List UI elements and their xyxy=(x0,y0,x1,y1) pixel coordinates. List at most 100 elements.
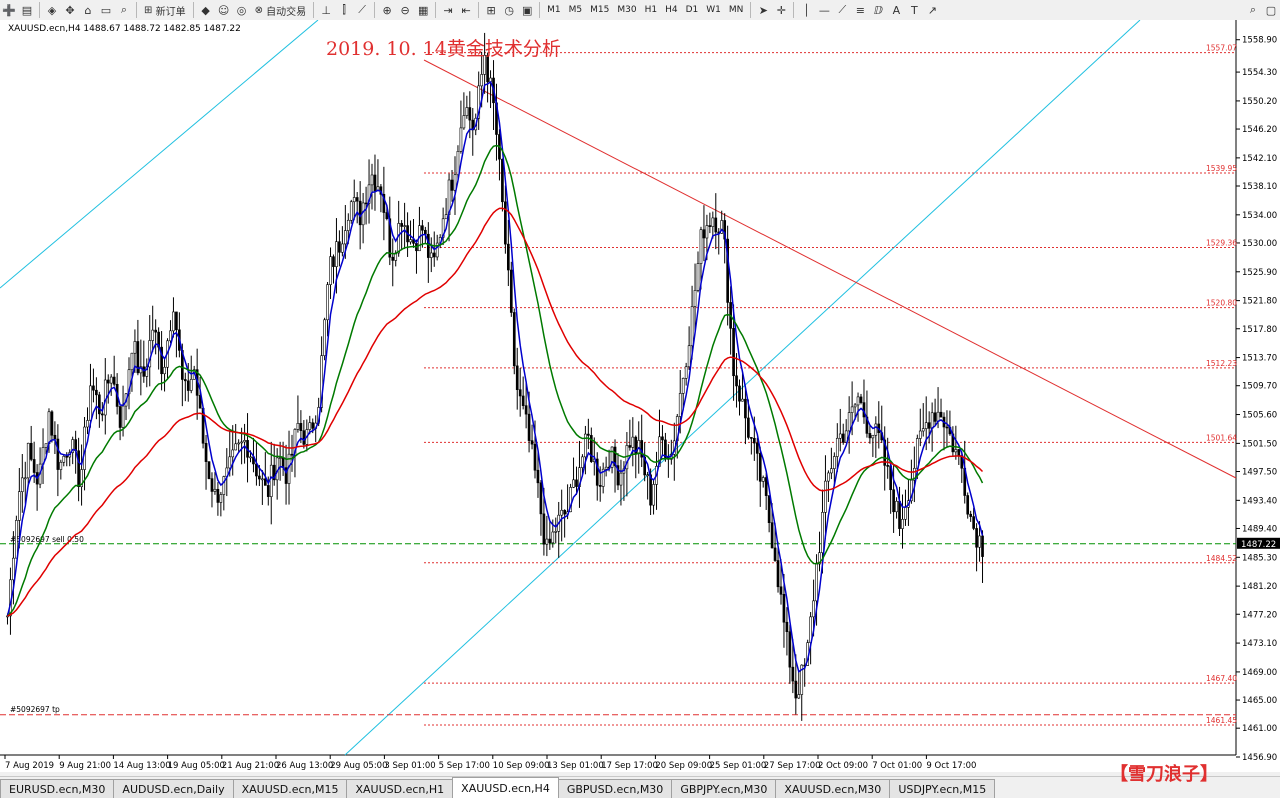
auto-scroll-icon[interactable]: ⇥ xyxy=(439,1,457,19)
time-tick-label: 20 Sep 09:00 xyxy=(655,761,712,771)
time-tick-label: 26 Aug 13:00 xyxy=(276,761,333,771)
new-chart-icon[interactable]: ➕ xyxy=(0,1,18,19)
community-icon[interactable]: ☺ xyxy=(215,1,233,19)
timeframe-mn[interactable]: MN xyxy=(725,1,748,19)
level-label: 1501.64 xyxy=(1206,433,1237,442)
candle-body xyxy=(735,375,738,387)
candle-body xyxy=(121,405,125,428)
tab-8[interactable]: USDJPY.ecn,M15 xyxy=(889,779,996,798)
arrows-icon[interactable]: ↗ xyxy=(923,1,941,19)
chat-icon[interactable]: ▢ xyxy=(1262,1,1280,19)
bar-chart-icon[interactable]: ⊥ xyxy=(317,1,335,19)
candle-body xyxy=(604,466,608,470)
new-order-button[interactable]: ⊞ 新订单 xyxy=(140,1,190,19)
tab-0[interactable]: EURUSD.ecn,M30 xyxy=(0,779,115,798)
timeframe-h1[interactable]: H1 xyxy=(641,1,662,19)
timeframe-w1[interactable]: W1 xyxy=(702,1,725,19)
crosshair-icon[interactable]: ✛ xyxy=(772,1,790,19)
tab-3[interactable]: XAUUSD.ecn,H1 xyxy=(346,779,454,798)
time-tick-label: 5 Sep 17:00 xyxy=(439,761,490,771)
data-window-icon[interactable]: ⌂ xyxy=(79,1,97,19)
vertical-line-icon[interactable]: │ xyxy=(797,1,815,19)
candle-body xyxy=(527,413,531,441)
timeframe-m30[interactable]: M30 xyxy=(613,1,640,19)
candle-body xyxy=(628,445,632,448)
timeframe-m5[interactable]: M5 xyxy=(565,1,587,19)
candle-body xyxy=(767,495,771,523)
tab-2[interactable]: XAUUSD.ecn,M15 xyxy=(232,779,348,798)
candle-body xyxy=(169,330,172,342)
candle-body xyxy=(213,488,217,492)
candlestick-icon[interactable]: ⫿ xyxy=(335,1,353,19)
candle-body xyxy=(281,457,285,468)
candle-body xyxy=(868,433,872,439)
candle-body xyxy=(714,217,718,233)
candle-body xyxy=(424,229,427,235)
chart-window[interactable]: 1558.90 1554.30 1550.20 1546.20 1542.10 1538.… xyxy=(0,20,1280,772)
candle-body xyxy=(302,430,306,445)
indicators-icon[interactable]: ⊞ xyxy=(482,1,500,19)
tile-windows-icon[interactable]: ▦ xyxy=(414,1,432,19)
time-tick-label: 3 Sep 01:00 xyxy=(384,761,435,771)
tab-5[interactable]: GBPUSD.ecn,M30 xyxy=(557,779,673,798)
timeframe-m1[interactable]: M1 xyxy=(543,1,565,19)
candle-body xyxy=(871,434,875,439)
candle-body xyxy=(678,393,682,417)
zoom-in-icon[interactable]: ⊕ xyxy=(378,1,396,19)
terminal-icon[interactable]: ▭ xyxy=(97,1,115,19)
timeframe-h4[interactable]: H4 xyxy=(661,1,682,19)
candle-body xyxy=(981,535,984,557)
tab-6[interactable]: GBPJPY.ecn,M30 xyxy=(671,779,777,798)
navigator-icon[interactable]: ✥ xyxy=(61,1,79,19)
label-icon[interactable]: T xyxy=(905,1,923,19)
candle-body xyxy=(207,461,211,479)
candle-body xyxy=(370,174,374,186)
chart-shift-icon[interactable]: ⇤ xyxy=(457,1,475,19)
timeframe-group: M1 M5 M15 M30 H1 H4 D1 W1 MN xyxy=(543,1,747,19)
candle-body xyxy=(219,494,223,503)
horizontal-line-icon[interactable]: — xyxy=(815,1,833,19)
trendline-icon[interactable]: ⟋ xyxy=(833,1,851,19)
zoom-out-icon[interactable]: ⊖ xyxy=(396,1,414,19)
candle-body xyxy=(930,412,934,429)
candle-body xyxy=(456,151,460,176)
fibonacci-icon[interactable]: ⅅ xyxy=(869,1,887,19)
signals-icon[interactable]: ◎ xyxy=(233,1,251,19)
tab-1[interactable]: AUDUSD.ecn,Daily xyxy=(113,779,234,798)
search-icon[interactable]: ⌕ xyxy=(1244,1,1262,19)
tab-4[interactable]: XAUUSD.ecn,H4 xyxy=(452,777,559,798)
market-watch-icon[interactable]: ◈ xyxy=(43,1,61,19)
time-tick-label: 27 Sep 17:00 xyxy=(764,761,821,771)
auto-trading-button[interactable]: ⊗ 自动交易 xyxy=(251,1,311,19)
time-tick-label: 17 Sep 17:00 xyxy=(601,761,658,771)
candle-body xyxy=(326,284,329,321)
metaeditor-icon[interactable]: ◆ xyxy=(197,1,215,19)
candle-body xyxy=(661,436,664,441)
candle-body xyxy=(465,107,469,116)
timeframe-m15[interactable]: M15 xyxy=(586,1,613,19)
candle-body xyxy=(681,378,685,394)
candle-body xyxy=(708,225,712,227)
tab-7[interactable]: XAUUSD.ecn,M30 xyxy=(775,779,891,798)
candle-body xyxy=(539,482,543,515)
candle-body xyxy=(533,443,537,471)
price-chart[interactable]: 1558.90 1554.30 1550.20 1546.20 1542.10 1538.… xyxy=(0,20,1280,772)
level-label: 1557.07 xyxy=(1206,44,1237,53)
candle-body xyxy=(95,389,98,396)
candle-body xyxy=(794,680,798,699)
strategy-tester-icon[interactable]: ⌕ xyxy=(115,1,133,19)
candle-body xyxy=(598,485,602,487)
candle-body xyxy=(755,442,759,454)
candle-body xyxy=(933,412,937,422)
text-icon[interactable]: A xyxy=(887,1,905,19)
timeframe-d1[interactable]: D1 xyxy=(682,1,703,19)
periods-icon[interactable]: ◷ xyxy=(500,1,518,19)
candles xyxy=(6,32,984,721)
line-chart-icon[interactable]: ⟋ xyxy=(353,1,371,19)
profiles-icon[interactable]: ▤ xyxy=(18,1,36,19)
time-tick-label: 2 Oct 09:00 xyxy=(818,761,868,771)
channel-icon[interactable]: ≡ xyxy=(851,1,869,19)
candle-body xyxy=(515,365,519,390)
templates-icon[interactable]: ▣ xyxy=(518,1,536,19)
cursor-icon[interactable]: ➤ xyxy=(754,1,772,19)
